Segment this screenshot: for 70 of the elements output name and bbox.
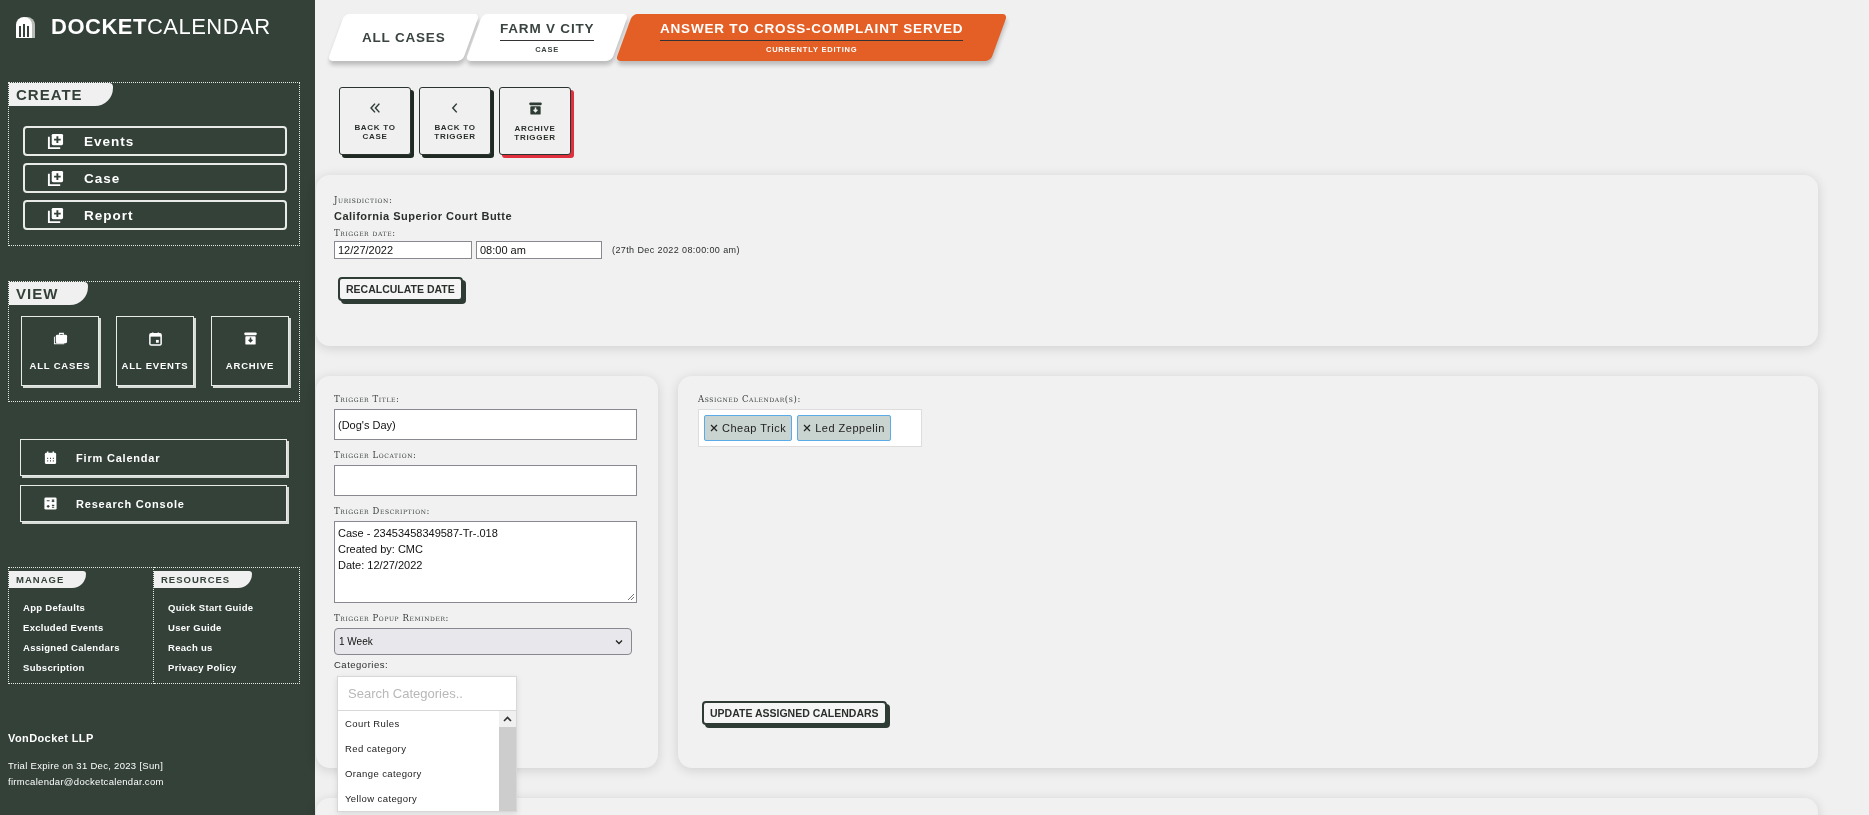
add-icon xyxy=(47,132,64,150)
view-tile[interactable]: ALL CASES xyxy=(21,316,99,386)
field-label: Trigger Title: xyxy=(334,394,401,404)
field-label: Trigger Popup Reminder: xyxy=(334,613,451,623)
action-button[interactable]: BACK TO TRIGGER xyxy=(419,87,491,155)
section-title: VIEW xyxy=(9,282,89,305)
calendar-icon xyxy=(43,450,58,465)
calendar-picker[interactable]: Cheap Trick Led Zeppelin xyxy=(698,409,922,447)
calendar-icon xyxy=(147,331,163,346)
search-field[interactable]: Search Categories.. xyxy=(338,677,516,711)
chevron-up-icon[interactable] xyxy=(503,716,512,722)
category-option[interactable]: Court Rules xyxy=(338,711,499,736)
section-title: RESOURCES xyxy=(154,571,253,588)
field-label: Jurisdiction: xyxy=(334,195,394,205)
account-email: firmcalendar@docketcalendar.com xyxy=(8,775,165,789)
create-button[interactable]: Events xyxy=(23,126,287,156)
scrollbar[interactable] xyxy=(499,711,516,811)
trial-notice: Trial Expire on 31 Dec, 2023 [Sun] xyxy=(8,759,165,773)
sidebar-link[interactable]: Reach us xyxy=(168,640,299,655)
sidebar-link[interactable]: Excluded Events xyxy=(23,620,153,635)
field-label: Categories: xyxy=(334,659,390,670)
add-icon xyxy=(47,206,64,224)
create-button[interactable]: Report xyxy=(23,200,287,230)
close-icon[interactable] xyxy=(710,424,718,432)
nav-button[interactable]: Firm Calendar xyxy=(20,439,287,476)
text-field[interactable]: (Dog's Day) xyxy=(334,409,637,440)
sidebar-link[interactable]: Subscription xyxy=(23,660,153,675)
view-tile[interactable]: ALL EVENTS xyxy=(116,316,194,386)
section-title: CREATE xyxy=(9,83,113,106)
sidebar-link[interactable]: Assigned Calendars xyxy=(23,640,153,655)
update-calendars-button[interactable]: UPDATE ASSIGNED CALENDARS xyxy=(702,701,887,725)
action-button[interactable]: ARCHIVE TRIGGER xyxy=(499,87,571,155)
calendar-tag[interactable]: Led Zeppelin xyxy=(797,415,891,441)
calendar-tag[interactable]: Cheap Trick xyxy=(704,415,793,441)
category-option[interactable]: Yellow category xyxy=(338,786,499,811)
firm-name: VonDocket LLP xyxy=(8,732,95,744)
date-field[interactable]: 12/27/2022 xyxy=(334,241,472,259)
time-field[interactable]: 08:00 am xyxy=(476,241,602,259)
archive-icon xyxy=(527,100,543,116)
date-readout: (27th Dec 2022 08:00:00 am) xyxy=(612,245,740,255)
add-icon xyxy=(47,169,64,187)
recalculate-button[interactable]: RECALCULATE DATE xyxy=(338,277,463,301)
briefcase-icon xyxy=(52,331,68,346)
category-option[interactable]: Orange category xyxy=(338,761,499,786)
double-chevron-icon xyxy=(368,101,382,115)
nav-button[interactable]: Research Console xyxy=(20,485,287,522)
brand-name: DOCKETCALENDAR xyxy=(51,14,271,40)
action-button[interactable]: BACK TO CASE xyxy=(339,87,411,155)
close-icon[interactable] xyxy=(803,424,812,432)
resize-grip-icon[interactable] xyxy=(626,592,635,601)
field-label: Assigned Calendar(s): xyxy=(698,394,802,404)
view-tile[interactable]: ARCHIVE xyxy=(211,316,289,386)
sidebar-link[interactable]: User Guide xyxy=(168,620,299,635)
field-label: Trigger Location: xyxy=(334,450,418,460)
caret-icon xyxy=(615,638,623,645)
sidebar-link[interactable]: Quick Start Guide xyxy=(168,600,299,615)
field-label: Trigger date: xyxy=(334,228,397,238)
category-option[interactable]: Red category xyxy=(338,736,499,761)
jurisdiction-value: California Superior Court Butte xyxy=(334,210,514,222)
sidebar-link[interactable]: App Defaults xyxy=(23,600,153,615)
archive-icon xyxy=(242,331,258,346)
calculator-icon xyxy=(43,496,58,511)
create-button[interactable]: Case xyxy=(23,163,287,193)
description-field[interactable]: Case - 23453458349587-Tr-.018 Created by: CMC Date: 12/27/2022 xyxy=(334,521,637,603)
section-title: MANAGE xyxy=(9,571,87,588)
text-field[interactable] xyxy=(334,465,637,496)
reminder-select[interactable]: 1 Week xyxy=(334,628,632,655)
breadcrumb-tab[interactable]: ALL CASES xyxy=(327,14,480,61)
field-label: Trigger Description: xyxy=(334,506,431,516)
sidebar-link[interactable]: Privacy Policy xyxy=(168,660,299,675)
